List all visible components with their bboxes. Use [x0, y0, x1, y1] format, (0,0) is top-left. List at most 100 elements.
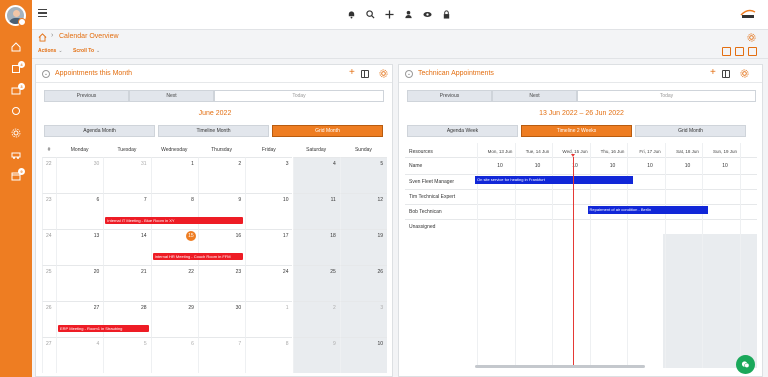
- day-cell[interactable]: 6: [56, 193, 104, 229]
- day-cell[interactable]: 7: [197, 337, 246, 373]
- timeline-gridline: [739, 143, 741, 368]
- day-cell[interactable]: 31: [103, 157, 151, 193]
- sidebar-home-icon[interactable]: [11, 42, 21, 52]
- day-cell[interactable]: 23: [197, 265, 246, 301]
- day-cell[interactable]: 3: [339, 301, 388, 337]
- day-cell[interactable]: 19: [339, 229, 388, 265]
- day-number: 4: [96, 341, 100, 347]
- timeline-event[interactable]: On site service for heating in Frankfurt: [475, 176, 633, 184]
- calendar-event[interactable]: Internal HR Meeting - Couch Room in FFM: [152, 253, 244, 260]
- day-cell[interactable]: 5: [339, 157, 388, 193]
- sidebar-support-icon[interactable]: [11, 106, 21, 116]
- resource-name[interactable]: Tim Technical Expert: [409, 194, 455, 200]
- sidebar-toggle-icon[interactable]: [361, 70, 369, 78]
- grid-view-icon[interactable]: [748, 47, 757, 56]
- resource-name[interactable]: Bob Technican: [409, 209, 442, 215]
- mode-grid-month[interactable]: Grid Month: [635, 125, 746, 137]
- day-cell[interactable]: 21: [103, 265, 151, 301]
- day-cell[interactable]: 2: [197, 157, 246, 193]
- page-title: Calendar Overview: [59, 33, 119, 40]
- panel-settings-icon[interactable]: [740, 69, 749, 78]
- mode-agenda-week[interactable]: Agenda Week: [407, 125, 518, 137]
- timeline-event[interactable]: Repairment of air condition - Berlin: [587, 206, 708, 214]
- day-cell[interactable]: 17: [245, 229, 293, 265]
- breadcrumb-separator-icon: ›: [51, 32, 54, 39]
- day-cell[interactable]: 10: [245, 193, 293, 229]
- day-cell[interactable]: 10: [339, 337, 388, 373]
- resource-name[interactable]: Unassigned: [409, 224, 435, 230]
- day-cell[interactable]: 13: [56, 229, 104, 265]
- day-cell[interactable]: 4: [56, 337, 104, 373]
- search-icon[interactable]: [365, 9, 375, 19]
- actions-dropdown[interactable]: Actions ⌄: [38, 48, 63, 54]
- day-cell[interactable]: 8: [245, 337, 293, 373]
- resource-timeline: Resources Mon, 13 Jun Tue, 14 Jun Wed, 15 J…: [405, 143, 757, 373]
- lock-icon[interactable]: [441, 9, 451, 19]
- collapse-icon[interactable]: ⌄: [42, 70, 50, 78]
- today-button[interactable]: Today: [214, 90, 384, 102]
- day-cell[interactable]: 30: [197, 301, 246, 337]
- day-cell[interactable]: 12: [339, 193, 388, 229]
- column-header: #: [47, 147, 51, 153]
- sidebar-vehicle-icon[interactable]: [11, 150, 21, 160]
- add-icon[interactable]: [384, 9, 394, 19]
- sidebar-toggle-icon[interactable]: [722, 70, 730, 78]
- previous-button[interactable]: Previous: [407, 90, 492, 102]
- scroll-to-dropdown[interactable]: Scroll To ⌄: [73, 48, 100, 54]
- eye-icon[interactable]: [422, 9, 432, 19]
- home-icon[interactable]: [38, 33, 47, 42]
- next-button[interactable]: Next: [492, 90, 577, 102]
- collapse-icon[interactable]: ⌄: [405, 70, 413, 78]
- column-header: Thursday: [211, 147, 232, 153]
- day-cell[interactable]: 1: [150, 157, 198, 193]
- avatar-settings-icon[interactable]: [18, 18, 26, 26]
- day-cell[interactable]: 11: [292, 193, 340, 229]
- day-number: 25: [330, 269, 336, 275]
- day-cell[interactable]: 6: [150, 337, 198, 373]
- horizontal-scrollbar[interactable]: [475, 365, 645, 368]
- columns-view-icon[interactable]: [735, 47, 744, 56]
- day-number: 4: [333, 161, 336, 167]
- mode-agenda-month[interactable]: Agenda Month: [44, 125, 155, 137]
- day-cell[interactable]: 3: [245, 157, 293, 193]
- add-appointment-icon[interactable]: +: [710, 68, 716, 78]
- user-icon[interactable]: [403, 9, 413, 19]
- day-number: 11: [330, 197, 336, 203]
- day-cell[interactable]: 20: [56, 265, 104, 301]
- resource-name[interactable]: Sven Fleet Manager: [409, 179, 454, 185]
- calendar-event[interactable]: ERP Meeting - Room1 in Straubing: [58, 325, 149, 332]
- menu-icon[interactable]: [38, 9, 47, 18]
- next-button[interactable]: Next: [129, 90, 214, 102]
- day-cell[interactable]: 22: [150, 265, 198, 301]
- mode-timeline-2-weeks[interactable]: Timeline 2 Weeks: [521, 125, 632, 137]
- sidebar-badge: 9: [18, 168, 25, 175]
- week-number-cell: 27: [42, 337, 56, 373]
- chat-button[interactable]: [736, 355, 755, 374]
- mode-timeline-month[interactable]: Timeline Month: [158, 125, 269, 137]
- sidebar: 4 3 9: [0, 0, 32, 377]
- day-cell[interactable]: 2: [292, 301, 340, 337]
- sidebar-settings-icon[interactable]: [11, 128, 21, 138]
- week-number: 27: [46, 341, 52, 347]
- day-cell[interactable]: 24: [245, 265, 293, 301]
- day-cell[interactable]: 30: [56, 157, 104, 193]
- day-cell[interactable]: 1: [245, 301, 293, 337]
- day-cell[interactable]: 4: [292, 157, 340, 193]
- calendar-view-icon[interactable]: [722, 47, 731, 56]
- day-cell[interactable]: 9: [292, 337, 340, 373]
- today-button[interactable]: Today: [577, 90, 756, 102]
- day-cell[interactable]: 18: [292, 229, 340, 265]
- panel-settings-icon[interactable]: [379, 69, 388, 78]
- calendar-event[interactable]: Internal IT Meeting - Blue Room in XY: [105, 217, 244, 224]
- day-cell[interactable]: 25: [292, 265, 340, 301]
- add-appointment-icon[interactable]: +: [349, 68, 355, 78]
- day-cell[interactable]: 14: [103, 229, 151, 265]
- day-cell[interactable]: 26: [339, 265, 388, 301]
- day-cell[interactable]: 29: [150, 301, 198, 337]
- day-cell[interactable]: 5: [103, 337, 151, 373]
- mode-grid-month[interactable]: Grid Month: [272, 125, 383, 137]
- page-settings-icon[interactable]: [747, 33, 756, 42]
- column-header: Tuesday: [117, 147, 137, 153]
- previous-button[interactable]: Previous: [44, 90, 129, 102]
- bell-icon[interactable]: [346, 9, 356, 19]
